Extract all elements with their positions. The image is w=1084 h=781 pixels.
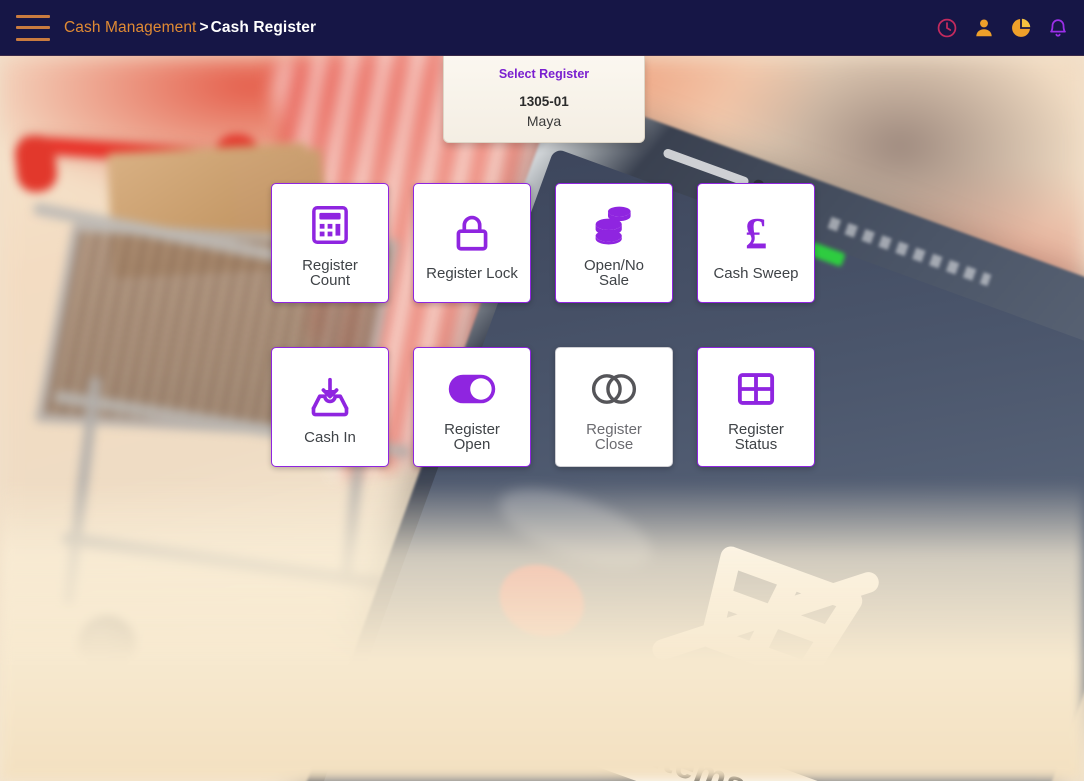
tile-label: Cash Sweep [713, 264, 799, 282]
header-icon-group [935, 0, 1070, 56]
select-register-card[interactable]: Select Register 1305-01 Maya [443, 56, 645, 144]
action-tile-grid: Register Count Register Lock Open/No Sal… [271, 183, 845, 489]
clock-icon[interactable] [935, 16, 959, 40]
register-id: 1305-01 [519, 93, 569, 109]
tile-row-2: Cash In Register Open Register Close Reg… [271, 347, 845, 489]
top-header-bar: Cash Management > Cash Register [0, 0, 1084, 56]
select-register-title: Select Register [498, 67, 590, 81]
tile-label: Register Close [586, 421, 642, 453]
tile-label: Register Open [444, 421, 500, 453]
calculator-icon [308, 196, 352, 254]
breadcrumb-current: Cash Register [210, 18, 317, 36]
toggle-on-icon [447, 360, 497, 418]
register-name: Maya [526, 113, 562, 130]
counter-surface [0, 481, 1084, 781]
tile-register-close: Register Close [555, 347, 673, 467]
tile-register-lock[interactable]: Register Lock [413, 183, 531, 303]
hamburger-menu-icon[interactable] [16, 14, 50, 41]
user-icon[interactable] [972, 16, 996, 40]
tile-label: Register Count [302, 257, 358, 289]
padlock-icon [450, 204, 494, 262]
tile-label: Register Lock [426, 264, 518, 282]
grid-table-icon [734, 360, 778, 418]
bell-icon[interactable] [1046, 16, 1070, 40]
pound-sterling-icon: £ [734, 204, 778, 262]
svg-text:£: £ [745, 210, 767, 256]
cash-register-page: Items Checkout Cash Management>Cash Regi… [0, 0, 1084, 781]
tile-register-open[interactable]: Register Open [413, 347, 531, 467]
tile-cash-in[interactable]: Cash In [271, 347, 389, 467]
tile-label: Register Status [728, 421, 784, 453]
breadcrumb: Cash Management > Cash Register [64, 19, 316, 37]
tile-label: Cash In [304, 428, 356, 446]
tile-register-count[interactable]: Register Count [271, 183, 389, 303]
tile-row-1: Register Count Register Lock Open/No Sal… [271, 183, 845, 325]
breadcrumb-parent[interactable]: Cash Management [64, 19, 196, 36]
tile-cash-sweep[interactable]: £ Cash Sweep [697, 183, 815, 303]
breadcrumb-separator: > [199, 18, 209, 36]
inbox-download-icon [307, 368, 353, 426]
toggle-off-icon [589, 360, 639, 418]
tile-register-status[interactable]: Register Status [697, 347, 815, 467]
pie-chart-icon[interactable] [1009, 16, 1033, 40]
tile-open-no-sale[interactable]: Open/No Sale [555, 183, 673, 303]
tile-label: Open/No Sale [583, 257, 645, 289]
coins-stack-icon [591, 196, 637, 254]
